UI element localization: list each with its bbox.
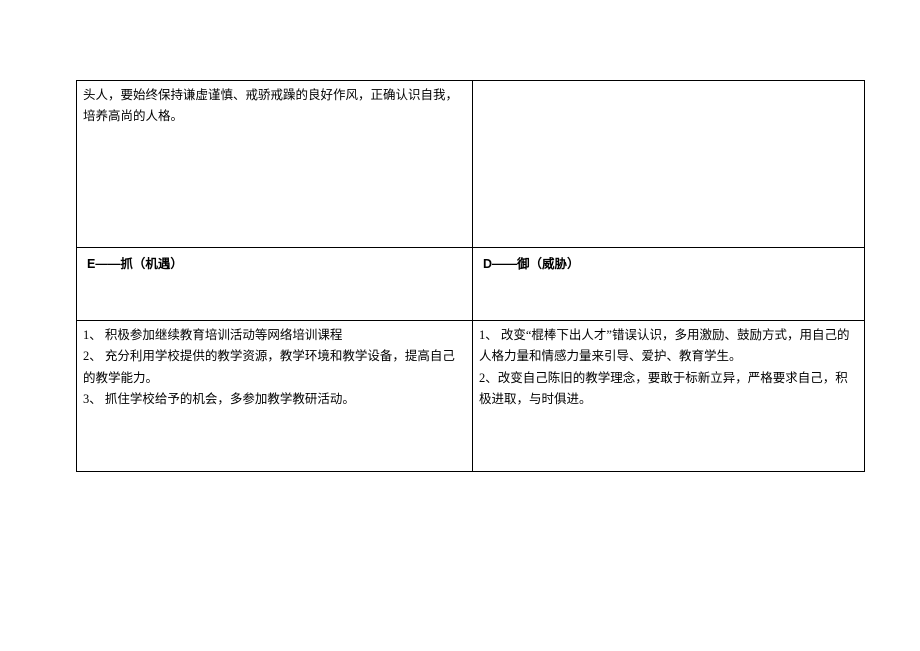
table-row: 1、 积极参加继续教育培训活动等网络培训课程 2、 充分利用学校提供的教学资源，… <box>77 321 864 471</box>
cell-text: 头人，要始终保持谦虚谨慎、戒骄戒躁的良好作风，正确认识自我，培养高尚的人格。 <box>83 88 458 123</box>
header-d: D——御（威胁） <box>473 248 864 320</box>
cell-top-right <box>473 81 864 247</box>
table-row: E——抓（机遇） D——御（威胁） <box>77 248 864 321</box>
list-item: 1、 改变“棍棒下出人才”错误认识，多用激励、鼓励方式，用自己的人格力量和情感力… <box>479 325 858 368</box>
header-label: D——御（威胁） <box>483 257 580 271</box>
header-label: E——抓（机遇） <box>87 257 183 271</box>
header-e: E——抓（机遇） <box>77 248 473 320</box>
cell-d-content: 1、 改变“棍棒下出人才”错误认识，多用激励、鼓励方式，用自己的人格力量和情感力… <box>473 321 864 471</box>
list-item: 1、 积极参加继续教育培训活动等网络培训课程 <box>83 325 466 346</box>
list-item: 2、 充分利用学校提供的教学资源，教学环境和教学设备，提高自己的教学能力。 <box>83 346 466 389</box>
table-row: 头人，要始终保持谦虚谨慎、戒骄戒躁的良好作风，正确认识自我，培养高尚的人格。 <box>77 81 864 248</box>
cell-e-content: 1、 积极参加继续教育培训活动等网络培训课程 2、 充分利用学校提供的教学资源，… <box>77 321 473 471</box>
cell-top-left: 头人，要始终保持谦虚谨慎、戒骄戒躁的良好作风，正确认识自我，培养高尚的人格。 <box>77 81 473 247</box>
swot-table: 头人，要始终保持谦虚谨慎、戒骄戒躁的良好作风，正确认识自我，培养高尚的人格。 E… <box>76 80 865 472</box>
list-item: 2、改变自己陈旧的教学理念，要敢于标新立异，严格要求自己，积极进取，与时俱进。 <box>479 368 858 411</box>
list-item: 3、 抓住学校给予的机会，多参加教学教研活动。 <box>83 389 466 410</box>
